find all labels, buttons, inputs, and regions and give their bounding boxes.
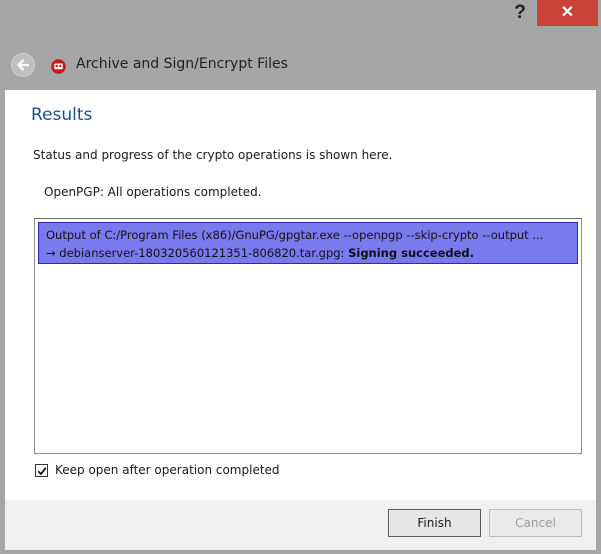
- page-subtitle: Status and progress of the crypto operat…: [33, 148, 393, 162]
- log-result-status: Signing succeeded.: [348, 246, 474, 260]
- keep-open-label: Keep open after operation completed: [55, 463, 280, 477]
- log-line-result: → debianserver-180320560121351-806820.ta…: [46, 244, 577, 262]
- wizard-header: Archive and Sign/Encrypt Files: [0, 40, 601, 90]
- back-button[interactable]: [11, 53, 35, 77]
- log-output-file: → debianserver-180320560121351-806820.ta…: [46, 246, 349, 260]
- results-page: Results Status and progress of the crypt…: [5, 90, 596, 500]
- back-arrow-icon: [17, 59, 30, 71]
- list-item[interactable]: Output of C:/Program Files (x86)/GnuPG/g…: [38, 222, 578, 264]
- help-button[interactable]: ?: [506, 0, 534, 26]
- button-bar: Finish Cancel: [5, 500, 596, 550]
- status-text: OpenPGP: All operations completed.: [44, 185, 262, 199]
- page-title: Results: [31, 105, 93, 125]
- kleopatra-icon: [51, 59, 66, 74]
- finish-button[interactable]: Finish: [388, 509, 481, 537]
- checkmark-icon: [37, 467, 47, 476]
- window-title: Archive and Sign/Encrypt Files: [76, 56, 288, 72]
- results-list[interactable]: Output of C:/Program Files (x86)/GnuPG/g…: [34, 218, 582, 454]
- cancel-button[interactable]: Cancel: [489, 509, 582, 537]
- wizard-window: ? ✕ Archive and Sign/Encrypt Files Resul…: [0, 0, 601, 554]
- log-line-command: Output of C:/Program Files (x86)/GnuPG/g…: [46, 228, 544, 242]
- title-bar: ? ✕: [0, 0, 601, 28]
- close-button[interactable]: ✕: [537, 0, 598, 26]
- keep-open-checkbox[interactable]: [35, 464, 48, 477]
